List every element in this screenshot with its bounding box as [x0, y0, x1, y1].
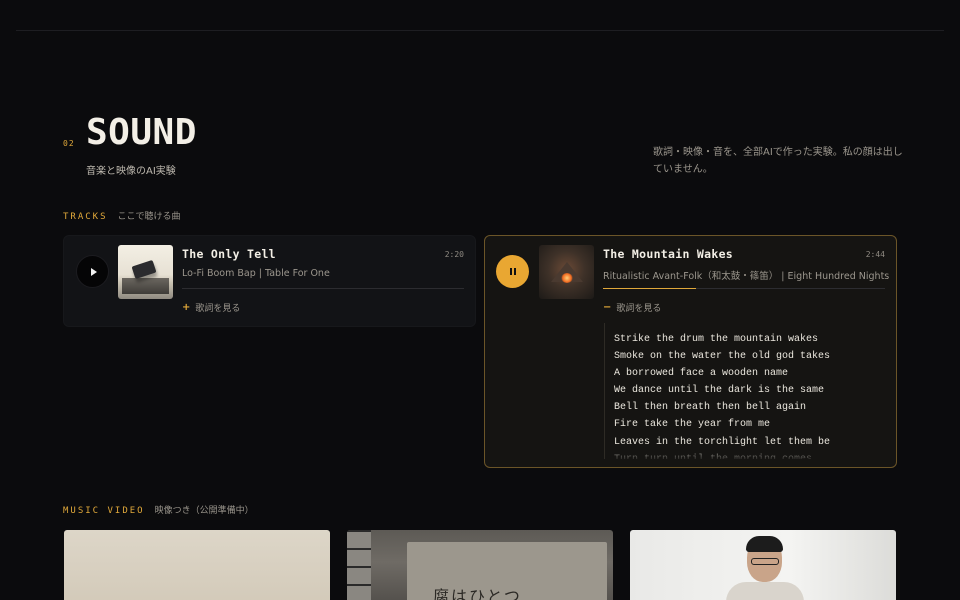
lyrics-panel[interactable]: Strike the drum the mountain wakes Smoke…	[604, 323, 887, 459]
track-title: The Only Tell	[182, 247, 276, 261]
tracks-label-en: TRACKS	[63, 212, 108, 222]
album-cover	[118, 245, 173, 299]
track-progress-bar[interactable]	[603, 288, 885, 289]
video-thumbnail[interactable]	[64, 530, 330, 600]
lyrics-toggle-label: 歌詞を見る	[616, 304, 662, 314]
lyrics-toggle[interactable]: − 歌詞を見る	[603, 301, 661, 314]
track-duration: 2:20	[444, 250, 464, 259]
section-number: 02	[63, 139, 75, 148]
track-title: The Mountain Wakes	[603, 247, 734, 261]
lyric-line: A borrowed face a wooden name	[614, 368, 789, 380]
collapse-icon: −	[603, 302, 612, 313]
expand-icon: +	[182, 302, 191, 313]
video-thumbnail[interactable]: 腐はひとつ	[347, 530, 613, 600]
tracks-label: TRACKS ここで聴ける曲	[63, 209, 181, 222]
lyric-line: Fire take the year from me	[614, 419, 771, 431]
lyric-line: Bell then breath then bell again	[614, 402, 807, 414]
play-button[interactable]	[76, 255, 109, 288]
lyric-line: We dance until the dark is the same	[614, 385, 825, 397]
tracks-label-jp: ここで聴ける曲	[117, 212, 181, 222]
lyrics-toggle-label: 歌詞を見る	[195, 304, 241, 314]
track-duration: 2:44	[865, 250, 885, 259]
lyric-line: Smoke on the water the old god takes	[614, 351, 831, 363]
video-thumbnail[interactable]	[630, 530, 896, 600]
track-meta: Ritualistic Avant-Folk（和太鼓・篠笛） | Eight H…	[603, 271, 890, 282]
track-meta: Lo-Fi Boom Bap | Table For One	[182, 268, 330, 279]
top-divider	[16, 30, 944, 31]
track-progress-fill	[603, 288, 697, 289]
track-card: The Only Tell 2:20 Lo-Fi Boom Bap | Tabl…	[63, 235, 476, 327]
pause-icon	[509, 268, 516, 275]
lyrics-toggle[interactable]: + 歌詞を見る	[182, 301, 240, 314]
album-cover	[539, 245, 594, 299]
lyric-line: Turn turn until the morning comes	[614, 451, 887, 459]
thumbnail-caption: 腐はひとつ	[433, 587, 522, 600]
section-subtitle: 音楽と映像のAI実験	[86, 166, 176, 177]
music-video-label-en: MUSIC VIDEO	[63, 506, 145, 516]
section-description: 歌詞・映像・音を、全部AIで作った実験。私の顔は出していません。	[653, 147, 903, 175]
pause-button[interactable]	[496, 255, 529, 288]
music-video-label: MUSIC VIDEO 映像つき（公開準備中）	[63, 503, 254, 516]
music-video-label-jp: 映像つき（公開準備中）	[154, 506, 254, 516]
section-title: SOUND	[86, 112, 197, 153]
track-progress-bar[interactable]	[182, 288, 464, 289]
lyric-line: Strike the drum the mountain wakes	[614, 334, 819, 345]
track-card-active: The Mountain Wakes 2:44 Ritualistic Avan…	[484, 235, 897, 468]
play-icon	[90, 267, 97, 276]
lyric-line: Leaves in the torchlight let them be	[614, 436, 831, 448]
